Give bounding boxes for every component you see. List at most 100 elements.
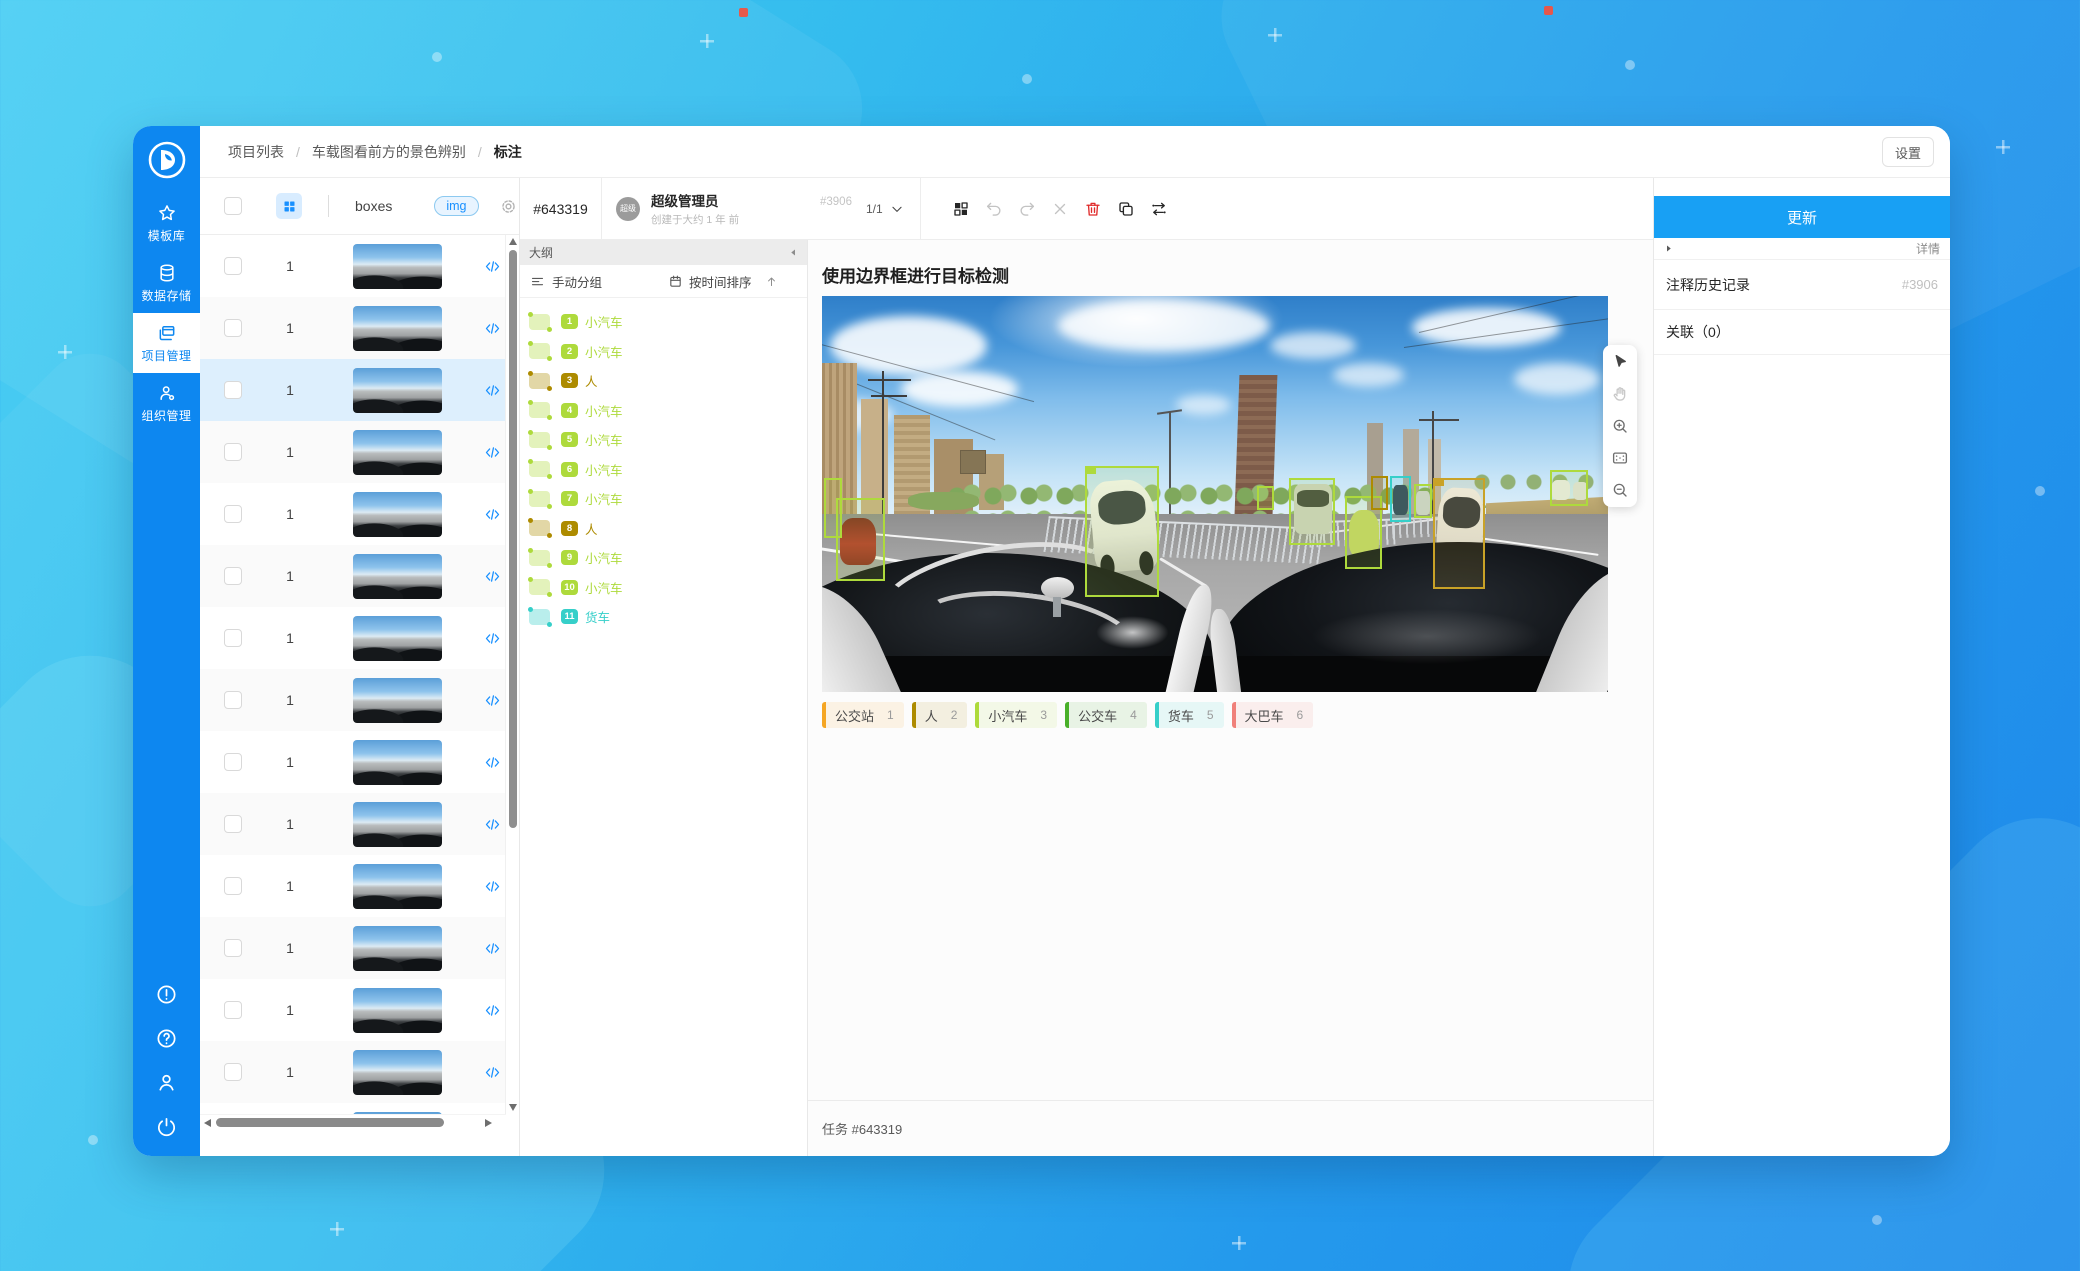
row-checkbox[interactable] (224, 691, 242, 709)
label-chip[interactable]: 小汽车3 (975, 702, 1057, 728)
task-thumbnail[interactable] (353, 616, 442, 661)
label-chip[interactable]: 大巴车6 (1232, 702, 1314, 728)
row-checkbox[interactable] (224, 567, 242, 585)
sort-direction-icon[interactable] (765, 275, 778, 288)
select-all-checkbox[interactable] (224, 197, 242, 215)
sort-calendar-icon[interactable] (668, 274, 683, 289)
outline-item[interactable]: 2小汽车 (520, 337, 807, 367)
copy-button[interactable] (1116, 199, 1136, 219)
scrollbar-thumb[interactable] (509, 250, 517, 828)
row-checkbox[interactable] (224, 319, 242, 337)
task-thumbnail[interactable] (353, 864, 442, 909)
label-chip[interactable]: 货车5 (1155, 702, 1224, 728)
expand-right-icon[interactable] (1664, 244, 1673, 253)
task-row[interactable]: 1 (200, 793, 506, 855)
sidebar-item-projects[interactable]: 项目管理 (133, 313, 200, 373)
panorama-image[interactable] (822, 296, 1608, 692)
task-thumbnail[interactable] (353, 802, 442, 847)
label-chip[interactable]: 公交车4 (1065, 702, 1147, 728)
task-row[interactable]: 1 (200, 421, 506, 483)
annotator-info[interactable]: 超级 超级管理员 创建于大约 1 年 前 #3906 (602, 178, 836, 239)
row-checkbox[interactable] (224, 815, 242, 833)
task-thumbnail[interactable] (353, 988, 442, 1033)
code-icon[interactable] (484, 754, 501, 771)
task-row[interactable]: 1 (200, 1041, 506, 1103)
help-icon[interactable] (155, 1027, 178, 1050)
outline-item[interactable]: 6小汽车 (520, 455, 807, 485)
undo-button[interactable] (984, 199, 1004, 219)
grid-button[interactable] (951, 199, 971, 219)
row-checkbox[interactable] (224, 753, 242, 771)
fit-tool-button[interactable] (1610, 448, 1630, 468)
bounding-box[interactable] (1085, 466, 1159, 597)
annotation-history-row[interactable]: 注释历史记录 #3906 (1654, 260, 1950, 310)
gear-icon[interactable] (499, 197, 518, 216)
task-thumbnail[interactable] (353, 492, 442, 537)
code-icon[interactable] (484, 506, 501, 523)
breadcrumb-item[interactable]: 车载图看前方的景色辨别 (312, 142, 466, 162)
zoom-out-tool-button[interactable] (1610, 480, 1630, 500)
bounding-box[interactable] (1371, 476, 1388, 510)
vertical-scrollbar[interactable] (505, 235, 519, 1114)
annotation-pager[interactable]: 1/1 (866, 202, 904, 216)
task-row[interactable]: 1 (200, 669, 506, 731)
outline-item[interactable]: 9小汽车 (520, 543, 807, 573)
task-thumbnail[interactable] (353, 926, 442, 971)
swap-button[interactable] (1149, 199, 1169, 219)
info-icon[interactable] (155, 983, 178, 1006)
collapse-left-icon[interactable] (789, 248, 798, 257)
task-thumbnail[interactable] (353, 244, 442, 289)
breadcrumb-item[interactable]: 项目列表 (228, 142, 284, 162)
group-mode-icon[interactable] (530, 274, 545, 289)
bounding-box[interactable] (1257, 486, 1274, 510)
hand-tool-button[interactable] (1610, 384, 1630, 404)
task-row[interactable]: 1 (200, 359, 506, 421)
scrollbar-thumb[interactable] (216, 1118, 444, 1127)
row-checkbox[interactable] (224, 443, 242, 461)
bounding-box[interactable] (1289, 478, 1335, 545)
code-icon[interactable] (484, 382, 501, 399)
cursor-tool-button[interactable] (1610, 352, 1630, 372)
redo-button[interactable] (1017, 199, 1037, 219)
task-row[interactable]: 1 (200, 917, 506, 979)
scroll-up-arrow[interactable] (509, 238, 517, 245)
settings-button[interactable]: 设置 (1882, 137, 1934, 167)
column-label[interactable]: boxes (355, 198, 392, 214)
code-icon[interactable] (484, 1064, 501, 1081)
group-mode-label[interactable]: 手动分组 (552, 272, 602, 291)
zoom-in-tool-button[interactable] (1610, 416, 1630, 436)
task-row[interactable]: 1 (200, 979, 506, 1041)
row-checkbox[interactable] (224, 1001, 242, 1019)
power-icon[interactable] (155, 1115, 178, 1138)
code-icon[interactable] (484, 320, 501, 337)
task-thumbnail[interactable] (353, 554, 442, 599)
outline-item[interactable]: 8人 (520, 514, 807, 544)
task-row[interactable]: 1 (200, 545, 506, 607)
task-thumbnail[interactable] (353, 430, 442, 475)
bounding-box[interactable] (1414, 484, 1432, 518)
task-thumbnail[interactable] (353, 678, 442, 723)
code-icon[interactable] (484, 878, 501, 895)
task-row[interactable]: 1 (200, 1103, 506, 1114)
outline-item[interactable]: 10小汽车 (520, 573, 807, 603)
code-icon[interactable] (484, 444, 501, 461)
horizontal-scrollbar[interactable] (200, 1114, 506, 1130)
code-icon[interactable] (484, 940, 501, 957)
update-button[interactable]: 更新 (1654, 196, 1950, 238)
code-icon[interactable] (484, 816, 501, 833)
bounding-box[interactable] (836, 498, 885, 581)
outline-item[interactable]: 11货车 (520, 602, 807, 632)
scroll-down-arrow[interactable] (509, 1104, 517, 1111)
row-checkbox[interactable] (224, 257, 242, 275)
row-checkbox[interactable] (224, 381, 242, 399)
row-checkbox[interactable] (224, 1063, 242, 1081)
task-thumbnail[interactable] (353, 368, 442, 413)
trash-button[interactable] (1083, 199, 1103, 219)
task-row[interactable]: 1 (200, 297, 506, 359)
close-button[interactable] (1050, 199, 1070, 219)
row-checkbox[interactable] (224, 877, 242, 895)
outline-item[interactable]: 4小汽车 (520, 396, 807, 426)
task-row[interactable]: 1 (200, 607, 506, 669)
row-checkbox[interactable] (224, 939, 242, 957)
outline-item[interactable]: 3人 (520, 366, 807, 396)
